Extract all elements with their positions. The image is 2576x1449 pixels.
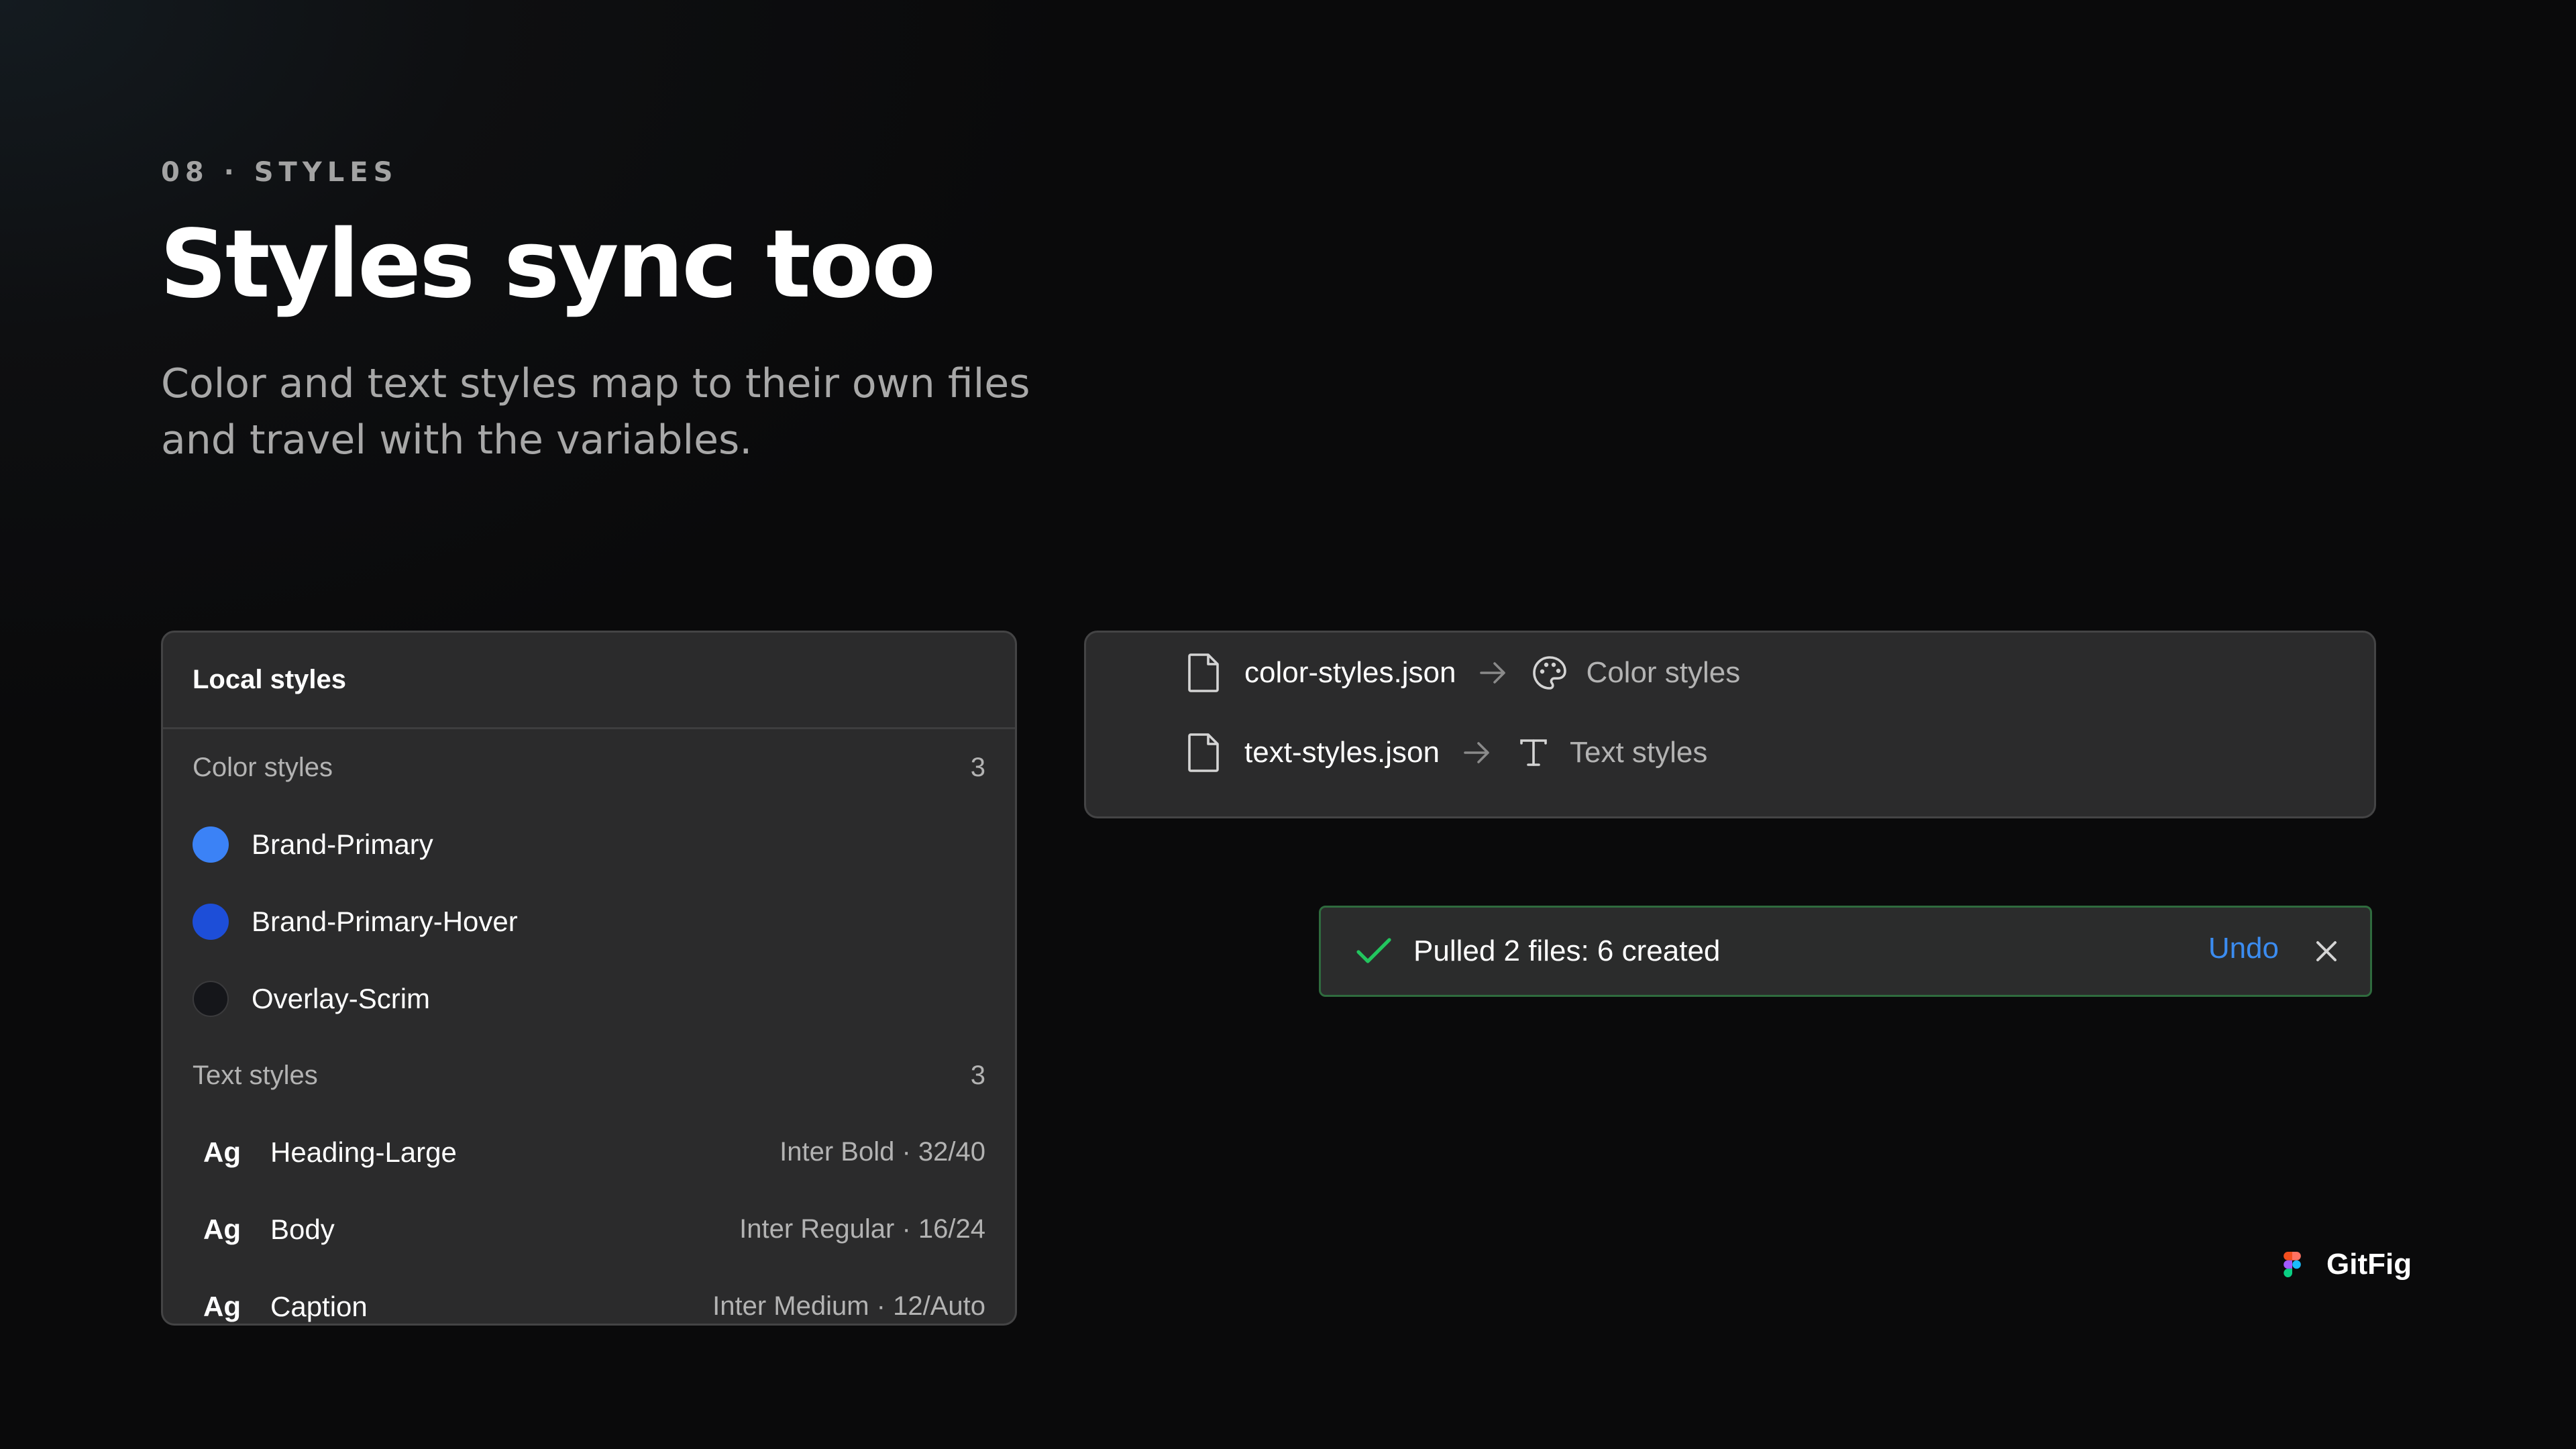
- panel-title: Local styles: [163, 633, 1015, 729]
- success-toast: Pulled 2 files: 6 created Undo: [1319, 906, 2372, 997]
- section-count: 3: [970, 752, 985, 782]
- color-style-item[interactable]: Brand-Primary-Hover: [163, 883, 1015, 960]
- file-icon: [1185, 732, 1223, 773]
- type-sample-icon: Ag: [203, 1213, 241, 1245]
- page-subtitle: Color and text styles map to their own f…: [161, 360, 1030, 464]
- style-name: Overlay-Scrim: [252, 982, 431, 1014]
- color-swatch: [193, 980, 229, 1017]
- toast-message: Pulled 2 files: 6 created: [1413, 934, 1721, 967]
- section-count: 3: [970, 1060, 985, 1090]
- target-label: Color styles: [1586, 656, 1741, 689]
- section-label: Color styles: [193, 752, 333, 782]
- color-style-item[interactable]: Overlay-Scrim: [163, 960, 1015, 1037]
- mapping-row: text-styles.json Text styles: [1185, 729, 1707, 776]
- text-style-item[interactable]: Ag Heading-Large Inter Bold · 32/40: [163, 1114, 1015, 1191]
- style-spec: Inter Bold · 32/40: [780, 1137, 985, 1167]
- close-icon[interactable]: [2314, 938, 2339, 964]
- color-swatch: [193, 826, 229, 863]
- local-styles-panel: Local styles Color styles 3 Brand-Primar…: [161, 631, 1017, 1326]
- text-styles-section-header[interactable]: Text styles 3: [163, 1037, 1015, 1114]
- file-name: color-styles.json: [1244, 656, 1456, 689]
- style-spec: Inter Medium · 12/Auto: [712, 1291, 985, 1321]
- brand-mark: GitFig: [2284, 1248, 2412, 1281]
- mapping-row: color-styles.json Color styles: [1185, 649, 1740, 696]
- style-name: Body: [270, 1213, 335, 1245]
- color-swatch: [193, 903, 229, 940]
- arrow-right-icon: [1479, 659, 1508, 686]
- style-name: Caption: [270, 1290, 368, 1322]
- style-name: Brand-Primary-Hover: [252, 905, 518, 937]
- color-style-item[interactable]: Brand-Primary: [163, 806, 1015, 883]
- palette-icon: [1531, 654, 1568, 692]
- file-name: text-styles.json: [1244, 736, 1440, 769]
- text-style-item[interactable]: Ag Caption Inter Medium · 12/Auto: [163, 1268, 1015, 1324]
- eyebrow-label: 08 · STYLES: [161, 157, 398, 188]
- text-type-icon: [1515, 734, 1552, 771]
- arrow-right-icon: [1462, 739, 1492, 766]
- file-mapping-card: color-styles.json Color styles text-styl…: [1084, 631, 2376, 818]
- figma-logo-icon: [2284, 1252, 2301, 1277]
- check-icon: [1354, 936, 1393, 967]
- file-icon: [1185, 652, 1223, 694]
- brand-name: GitFig: [2326, 1248, 2412, 1281]
- type-sample-icon: Ag: [203, 1136, 241, 1168]
- page-title: Styles sync too: [160, 210, 936, 319]
- undo-button[interactable]: Undo: [2208, 932, 2279, 965]
- text-style-item[interactable]: Ag Body Inter Regular · 16/24: [163, 1191, 1015, 1268]
- section-label: Text styles: [193, 1060, 318, 1090]
- target-label: Text styles: [1569, 736, 1708, 769]
- color-styles-section-header[interactable]: Color styles 3: [163, 729, 1015, 806]
- style-name: Brand-Primary: [252, 828, 433, 860]
- type-sample-icon: Ag: [203, 1290, 241, 1322]
- style-name: Heading-Large: [270, 1136, 457, 1168]
- style-spec: Inter Regular · 16/24: [739, 1214, 985, 1244]
